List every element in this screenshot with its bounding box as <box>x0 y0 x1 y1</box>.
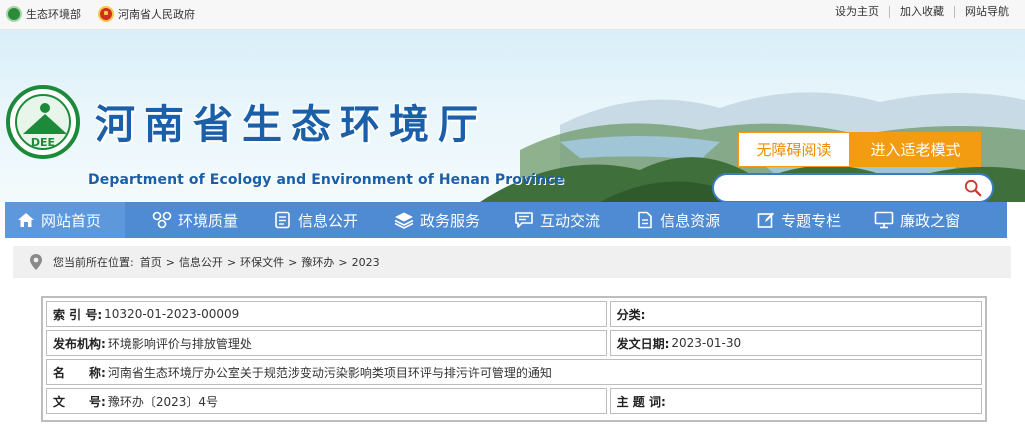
publisher-label: 发布机构: <box>53 336 106 351</box>
file-icon <box>638 211 652 229</box>
environment-icon <box>152 211 172 229</box>
breadcrumb-item-info-disclosure[interactable]: 信息公开 <box>179 254 223 270</box>
index-number-cell: 索 引 号: 10320-01-2023-00009 <box>46 301 607 327</box>
nav-item-special-topics-label: 专题专栏 <box>781 211 842 230</box>
publisher-value: 环境影响评价与排放管理处 <box>107 336 252 351</box>
nav-item-environment-quality-label: 环境质量 <box>178 211 239 230</box>
breadcrumb-item-year[interactable]: 2023 <box>352 256 380 269</box>
location-pin-icon <box>30 254 42 270</box>
info-row: 索 引 号: 10320-01-2023-00009 分类: <box>46 301 982 327</box>
nav-item-information-disclosure[interactable]: 信息公开 <box>274 202 358 238</box>
accessibility-reading-button[interactable]: 无障碍阅读 <box>738 132 850 167</box>
set-homepage-link[interactable]: 设为主页 <box>825 6 889 18</box>
utility-links: 设为主页 加入收藏 网站导航 <box>825 6 1019 18</box>
breadcrumb-item-office-docs[interactable]: 豫环办 <box>301 254 334 270</box>
info-row: 发布机构: 环境影响评价与排放管理处 发文日期: 2023-01-30 <box>46 330 982 356</box>
nav-item-interaction[interactable]: 互动交流 <box>514 202 600 238</box>
document-name-label: 名 称: <box>53 365 106 380</box>
document-number-label: 文 号: <box>53 394 106 409</box>
ministry-emblem-icon <box>6 6 22 22</box>
breadcrumb-item-env-documents[interactable]: 环保文件 <box>240 254 284 270</box>
top-utility-bar: 生态环境部 河南省人民政府 设为主页 加入收藏 网站导航 <box>0 0 1025 30</box>
nav-item-government-services[interactable]: 政务服务 <box>394 202 480 238</box>
document-name-cell: 名 称: 河南省生态环境厅办公室关于规范涉变动污染影响类项目环评与排污许可管理的… <box>46 359 982 385</box>
ministry-link-label: 生态环境部 <box>26 8 81 21</box>
department-logo: DEE <box>6 85 80 159</box>
elder-mode-button[interactable]: 进入适老模式 <box>850 132 981 167</box>
add-favorite-link[interactable]: 加入收藏 <box>889 6 954 18</box>
logo-text: DEE <box>30 136 56 149</box>
layers-icon <box>394 212 414 229</box>
site-navigation-link[interactable]: 网站导航 <box>954 6 1019 18</box>
site-title-chinese: 河南省生态环境厅 <box>95 102 487 148</box>
breadcrumb-prefix: 您当前所在位置: <box>53 256 134 269</box>
chat-icon <box>515 212 533 228</box>
issue-date-label: 发文日期: <box>616 336 670 351</box>
subject-keywords-cell: 主 题 词: <box>609 388 982 414</box>
subject-keywords-label: 主 题 词: <box>616 394 666 409</box>
national-emblem-icon <box>98 6 114 22</box>
nav-item-home-label: 网站首页 <box>41 211 102 230</box>
nav-item-home[interactable]: 网站首页 <box>5 202 125 238</box>
document-name-value: 河南省生态环境厅办公室关于规范涉变动污染影响类项目环评与排污许可管理的通知 <box>107 365 552 380</box>
issue-date-cell: 发文日期: 2023-01-30 <box>609 330 982 356</box>
nav-item-integrity-window[interactable]: 廉政之窗 <box>874 202 960 238</box>
breadcrumb: 您当前所在位置: 首页 > 信息公开 > 环保文件 > 豫环办 > 2023 <box>13 246 1011 278</box>
publisher-cell: 发布机构: 环境影响评价与排放管理处 <box>46 330 607 356</box>
search-icon[interactable] <box>964 179 982 197</box>
nav-item-information-resources-label: 信息资源 <box>660 211 721 230</box>
nav-item-interaction-label: 互动交流 <box>540 211 601 230</box>
search-input[interactable] <box>726 179 956 199</box>
nav-item-government-services-label: 政务服务 <box>420 211 481 230</box>
provincial-government-link-label: 河南省人民政府 <box>118 8 195 21</box>
ministry-link[interactable]: 生态环境部 <box>6 6 81 22</box>
site-title-english: Department of Ecology and Environment of… <box>88 172 565 188</box>
index-number-value: 10320-01-2023-00009 <box>104 307 240 321</box>
document-info-table: 索 引 号: 10320-01-2023-00009 分类: 发布机构: 环境影… <box>41 296 987 422</box>
info-row: 名 称: 河南省生态环境厅办公室关于规范涉变动污染影响类项目环评与排污许可管理的… <box>46 359 982 385</box>
nav-item-information-disclosure-label: 信息公开 <box>298 211 359 230</box>
nav-item-information-resources[interactable]: 信息资源 <box>636 202 720 238</box>
nav-item-environment-quality[interactable]: 环境质量 <box>152 202 238 238</box>
breadcrumb-item-home[interactable]: 首页 <box>140 254 162 270</box>
search-box <box>712 173 994 202</box>
document-icon <box>275 211 290 229</box>
document-number-value: 豫环办〔2023〕4号 <box>107 394 218 409</box>
nav-item-special-topics[interactable]: 专题专栏 <box>757 202 841 238</box>
edit-icon <box>757 212 775 228</box>
info-row: 文 号: 豫环办〔2023〕4号 主 题 词: <box>46 388 982 414</box>
document-number-cell: 文 号: 豫环办〔2023〕4号 <box>46 388 607 414</box>
category-cell: 分类: <box>609 301 982 327</box>
home-icon <box>18 213 34 227</box>
monitor-icon <box>874 211 894 229</box>
index-number-label: 索 引 号: <box>53 307 103 322</box>
category-label: 分类: <box>616 307 646 322</box>
main-navigation: 网站首页 环境质量 信息公开 政务服务 互动交流 信息资源 专题专栏 廉政之窗 <box>5 202 1007 238</box>
issue-date-value: 2023-01-30 <box>671 336 742 350</box>
nav-item-integrity-window-label: 廉政之窗 <box>900 211 961 230</box>
provincial-government-link[interactable]: 河南省人民政府 <box>98 6 195 22</box>
header-banner: DEE 河南省生态环境厅 Department of Ecology and E… <box>0 30 1025 202</box>
